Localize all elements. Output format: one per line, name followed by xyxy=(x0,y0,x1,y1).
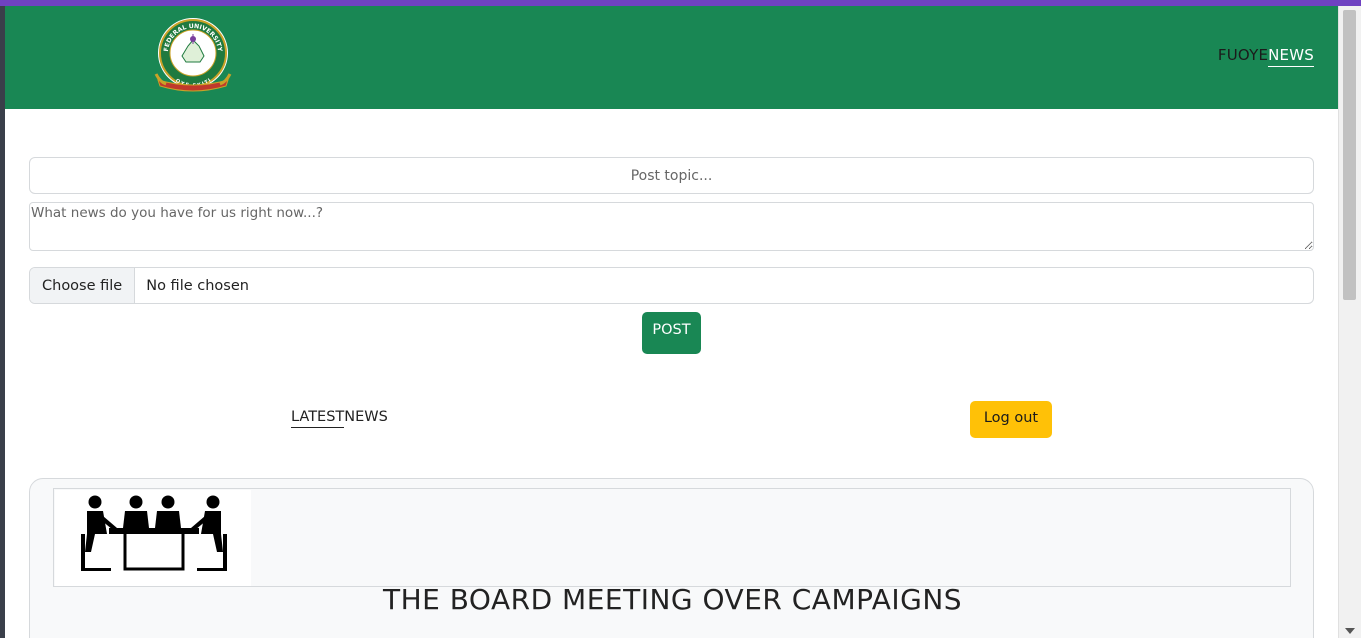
post-button[interactable]: POST xyxy=(642,312,701,354)
brand-part1: FUOYE xyxy=(1217,46,1269,64)
page-scrollbar[interactable] xyxy=(1338,6,1361,638)
logout-button[interactable]: Log out xyxy=(970,401,1052,438)
site-header: FEDERAL UNIVERSITY OYE-EKITI FUOYENEWS xyxy=(5,6,1338,109)
scroll-down-arrow-icon[interactable] xyxy=(1345,628,1355,634)
logo-emblem-icon: FEDERAL UNIVERSITY OYE-EKITI xyxy=(154,18,232,92)
page: FEDERAL UNIVERSITY OYE-EKITI FUOYENEWS C… xyxy=(5,6,1338,638)
latest-part2: NEWS xyxy=(344,409,388,425)
file-status-text: No file chosen xyxy=(146,277,249,294)
brand-part2: NEWS xyxy=(1268,46,1314,67)
file-upload-field[interactable]: Choose file No file chosen xyxy=(29,267,1314,304)
latest-news-heading: LATESTNEWS xyxy=(291,409,388,428)
news-body-textarea[interactable] xyxy=(29,202,1314,251)
post-topic-input[interactable] xyxy=(29,157,1314,194)
news-card-title[interactable]: THE BOARD MEETING OVER CAMPAIGNS xyxy=(30,583,1315,616)
news-card[interactable]: THE BOARD MEETING OVER CAMPAIGNS xyxy=(29,478,1314,638)
university-logo[interactable]: FEDERAL UNIVERSITY OYE-EKITI xyxy=(152,16,234,98)
board-meeting-icon xyxy=(55,490,251,586)
scroll-thumb[interactable] xyxy=(1343,10,1356,300)
latest-part1: LATEST xyxy=(291,409,345,428)
brand-title[interactable]: FUOYENEWS xyxy=(1217,46,1314,67)
choose-file-button[interactable]: Choose file xyxy=(30,268,136,303)
news-card-image-frame xyxy=(53,488,1291,587)
